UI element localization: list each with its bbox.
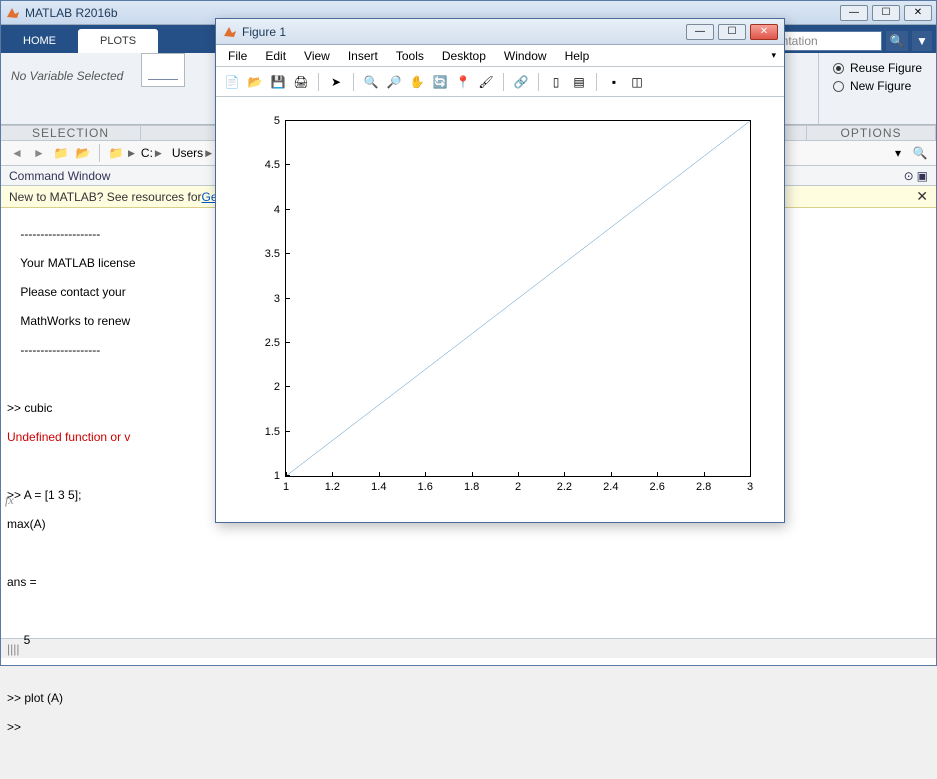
maximize-button[interactable]: ☐ (872, 5, 900, 21)
radio-label: Reuse Figure (850, 61, 922, 75)
menu-desktop[interactable]: Desktop (434, 47, 494, 65)
menu-file[interactable]: File (220, 47, 255, 65)
cmd-line (7, 662, 930, 676)
cmd-line: >> plot (A) (7, 691, 930, 705)
new-figure-icon[interactable]: 📄 (222, 72, 242, 92)
cmd-line (7, 604, 930, 618)
link-icon[interactable]: 🔗 (511, 72, 531, 92)
save-icon[interactable]: 💾 (268, 72, 288, 92)
forward-icon[interactable]: ► (29, 143, 49, 163)
undock-icon[interactable]: ▣ (917, 169, 928, 183)
ytick-label: 3.5 (265, 248, 286, 260)
fx-indicator-icon[interactable]: fx (5, 493, 14, 508)
brush-icon[interactable]: 🖌 (476, 72, 496, 92)
ytick-label: 4.5 (265, 159, 286, 171)
figure-title: Figure 1 (242, 25, 682, 39)
axes: 11.522.533.544.5511.21.41.61.822.22.42.6… (231, 112, 769, 507)
up-folder-icon[interactable]: 📁 (51, 143, 71, 163)
tab-home[interactable]: HOME (1, 29, 78, 53)
line-series (286, 121, 750, 476)
command-window-title: Command Window (9, 169, 110, 183)
ytick-label: 1.5 (265, 426, 286, 438)
path-drive[interactable]: C:▶ (137, 146, 166, 160)
figure-window[interactable]: Figure 1 — ☐ ✕ File Edit View Insert Too… (215, 18, 785, 523)
radio-icon (833, 81, 844, 92)
search-folder-icon[interactable]: 🔍 (910, 143, 930, 163)
radio-label: New Figure (850, 79, 911, 93)
hide-tools-icon[interactable]: ▪ (604, 72, 624, 92)
path-arrow-icon: ▶ (128, 148, 135, 159)
pan-icon[interactable]: ✋ (407, 72, 427, 92)
legend-icon[interactable]: ▤ (569, 72, 589, 92)
xtick-label: 2.8 (696, 476, 711, 493)
path-users[interactable]: Users▶ (168, 146, 216, 160)
xtick-label: 1.8 (464, 476, 479, 493)
cmd-line (7, 546, 930, 560)
figure-toolbar: 📄 📂 💾 🖨 ➤ 🔍 🔎 ✋ 🔄 📍 🖌 🔗 ▯ ▤ ▪ ◫ (216, 67, 784, 97)
zoom-out-icon[interactable]: 🔎 (384, 72, 404, 92)
zoom-in-icon[interactable]: 🔍 (361, 72, 381, 92)
menu-view[interactable]: View (296, 47, 338, 65)
open-icon[interactable]: 📂 (245, 72, 265, 92)
ribbon-toggle-icon[interactable]: ▼ (912, 31, 932, 51)
xtick-label: 2 (515, 476, 521, 493)
menu-chevron-icon[interactable]: ▾ (767, 50, 780, 61)
data-cursor-icon[interactable]: 📍 (453, 72, 473, 92)
xtick-label: 1.4 (371, 476, 386, 493)
cmd-prompt: >> (7, 720, 930, 734)
menu-help[interactable]: Help (557, 47, 598, 65)
ytick-label: 5 (274, 115, 286, 127)
rotate-icon[interactable]: 🔄 (430, 72, 450, 92)
menu-insert[interactable]: Insert (340, 47, 386, 65)
browse-folder-icon[interactable]: 📂 (73, 143, 93, 163)
xtick-label: 2.2 (557, 476, 572, 493)
cmd-line: 5 (7, 633, 930, 647)
folder-icon[interactable]: 📁 (106, 143, 126, 163)
search-icon[interactable]: 🔍 (886, 31, 908, 51)
menu-edit[interactable]: Edit (257, 47, 294, 65)
dropdown-icon[interactable]: ⊙ (904, 169, 914, 183)
xtick-label: 1 (283, 476, 289, 493)
radio-icon (833, 63, 844, 74)
banner-close-icon[interactable]: ✕ (916, 188, 928, 205)
fig-maximize-button[interactable]: ☐ (718, 24, 746, 40)
ytick-label: 3 (274, 293, 286, 305)
close-button[interactable]: ✕ (904, 5, 932, 21)
hint-text: New to MATLAB? See resources for (9, 190, 202, 204)
xtick-label: 1.6 (418, 476, 433, 493)
ytick-label: 2.5 (265, 337, 286, 349)
axes-box: 11.522.533.544.5511.21.41.61.822.22.42.6… (285, 120, 751, 477)
plot-preview-icon[interactable] (141, 53, 185, 87)
show-tools-icon[interactable]: ◫ (627, 72, 647, 92)
ytick-label: 2 (274, 381, 286, 393)
xtick-label: 3 (747, 476, 753, 493)
xtick-label: 2.4 (603, 476, 618, 493)
cmd-line: ans = (7, 575, 930, 589)
matlab-logo-icon (5, 5, 21, 21)
no-variable-label: No Variable Selected (1, 53, 133, 124)
plot-area[interactable]: 11.522.533.544.5511.21.41.61.822.22.42.6… (216, 97, 784, 522)
section-selection: SELECTION (1, 126, 141, 140)
pointer-icon[interactable]: ➤ (326, 72, 346, 92)
menu-window[interactable]: Window (496, 47, 555, 65)
ytick-label: 4 (274, 204, 286, 216)
fig-close-button[interactable]: ✕ (750, 24, 778, 40)
options-group: Reuse Figure New Figure (818, 53, 936, 124)
figure-menubar: File Edit View Insert Tools Desktop Wind… (216, 45, 784, 67)
radio-new-figure[interactable]: New Figure (833, 79, 922, 93)
xtick-label: 2.6 (650, 476, 665, 493)
path-dropdown-icon[interactable]: ▾ (888, 143, 908, 163)
figure-titlebar[interactable]: Figure 1 — ☐ ✕ (216, 19, 784, 45)
matlab-logo-icon (222, 24, 238, 40)
fig-minimize-button[interactable]: — (686, 24, 714, 40)
section-options: OPTIONS (806, 126, 936, 140)
tab-plots[interactable]: PLOTS (78, 29, 158, 53)
print-icon[interactable]: 🖨 (291, 72, 311, 92)
colorbar-icon[interactable]: ▯ (546, 72, 566, 92)
minimize-button[interactable]: — (840, 5, 868, 21)
xtick-label: 1.2 (325, 476, 340, 493)
menu-tools[interactable]: Tools (388, 47, 432, 65)
back-icon[interactable]: ◄ (7, 143, 27, 163)
radio-reuse-figure[interactable]: Reuse Figure (833, 61, 922, 75)
